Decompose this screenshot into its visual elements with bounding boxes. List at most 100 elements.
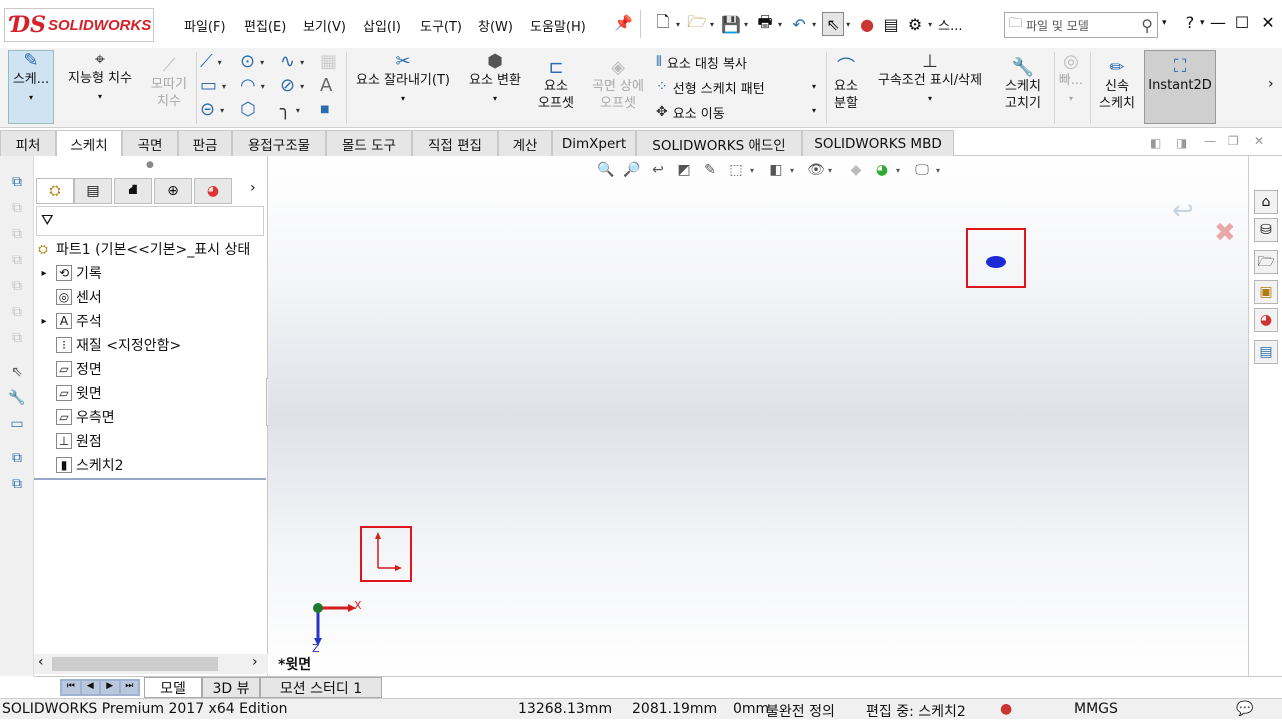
expand-arrow-icon[interactable]: ▸ [34,316,54,327]
tree-root-part[interactable]: ⛭ 파트1 (기본<<기본>_표시 상태 [34,238,262,260]
tab-solidworks-addins[interactable]: SOLIDWORKS 애드인 [636,130,802,156]
paste-vt-icon[interactable]: ⧉ [7,476,27,496]
tree-item[interactable]: ▱ 정면 [34,358,102,380]
vt-disabled-icon-6[interactable]: ⧉ [7,330,27,350]
appearances-scenes-icon[interactable]: ◕ [1254,308,1278,332]
graphics-area[interactable]: 🔍 🔎 ↩ ◩ ✎ ⬚ ▾ ◧ ▾ 👁 ▾ ◆ ◕ ▾ 🖵 ▾ ↩ ✖ X Z … [268,156,1248,676]
move-dropdown-icon[interactable]: ▾ [812,106,816,115]
tooltip-toggle-icon[interactable]: 💬 [1236,701,1253,717]
help-question-icon[interactable]: ? [1178,13,1202,35]
offset-on-surface-button[interactable]: ◈ 곡면 상에 오프셋 [586,58,650,112]
view-settings-icon[interactable]: 🖵 [912,162,932,182]
tree-item[interactable]: ⁝ 재질 <지정안함> [34,334,181,356]
scroll-left-icon[interactable]: ‹ [38,654,44,670]
solidworks-logo[interactable]: ƊS SOLIDWORKS [4,8,154,42]
undo-icon[interactable]: ↶ [788,12,810,36]
sketch-dropdown-icon[interactable]: ▾ [29,93,33,102]
new-file-icon[interactable]: 🗋 [652,12,674,36]
tree-item[interactable]: ⊥ 원점 [34,430,102,452]
doc-restore-icon[interactable]: ❐ [1228,134,1239,148]
vt-disabled-icon-5[interactable]: ⧉ [7,304,27,324]
trim-entities-button[interactable]: ✂ 요소 잘라내기(T) ▾ [350,52,456,107]
sketch-point-cluster[interactable] [986,256,1006,268]
vt-disabled-icon-1[interactable]: ⧉ [7,200,27,220]
tab-mold-tools[interactable]: 몰드 도구 [326,130,412,156]
slot-tool[interactable]: ⊝ ▾ [200,100,228,120]
copy-vt-icon[interactable]: ⧉ [7,450,27,470]
search-box[interactable]: 🗀 파일 및 모델 ⚲ [1004,12,1158,38]
tab-motion-study[interactable]: 모션 스터디 1 [260,677,382,698]
apply-scene-icon[interactable]: ◕ [872,162,892,182]
sketch-button[interactable]: ✎ 스케... ▾ [8,50,54,124]
scroll-right-icon[interactable]: › [252,654,258,670]
view-settings-dropdown-icon[interactable]: ▾ [936,166,940,175]
open-file-icon[interactable]: 🗁 [686,12,708,36]
trim-dropdown-icon[interactable]: ▾ [401,94,405,103]
design-library-icon[interactable]: ⛁ [1254,218,1278,242]
hide-show-dropdown-icon[interactable]: ▾ [828,166,832,175]
doc-close-icon[interactable]: ✕ [1254,134,1264,148]
spline-tool[interactable]: ∿ ▾ [280,52,308,72]
tab-surfaces[interactable]: 곡면 [122,130,178,156]
ribbon-expand-icon[interactable]: › [1268,76,1274,92]
sketch-vt-icon[interactable]: ⧉ [7,174,27,194]
convert-dropdown-icon[interactable]: ▾ [493,94,497,103]
tab-evaluate[interactable]: 계산 [498,130,552,156]
sketch-grid-tool[interactable]: ▦ [320,52,337,72]
edit-appearance-icon[interactable]: ◆ [846,162,866,182]
search-dropdown-icon[interactable]: ▾ [1162,18,1167,28]
file-explorer-icon[interactable]: 🗁 [1254,250,1278,274]
arc-tool[interactable]: ◠ ▾ [240,76,269,96]
file-properties-icon[interactable]: ▤ [880,12,902,36]
unit-system[interactable]: MMGS [1074,701,1118,717]
options-gear-icon[interactable]: ⚙ [904,12,926,36]
tree-filter-box[interactable]: ⛛ [36,206,264,236]
apply-scene-dropdown-icon[interactable]: ▾ [896,166,900,175]
menu-window[interactable]: 창(W) [478,16,513,35]
help-dropdown-icon[interactable]: ▾ [1200,18,1205,28]
tab-weldments[interactable]: 용접구조물 [232,130,326,156]
section-view-icon[interactable]: ◩ [674,162,694,182]
polygon-tool[interactable]: ⬡ [240,100,256,120]
custom-properties-icon[interactable]: ▤ [1254,340,1278,364]
vt-disabled-icon-3[interactable]: ⧉ [7,252,27,272]
display-delete-relations-button[interactable]: ⊥ 구속조건 표시/삭제 ▾ [868,52,992,107]
mirror-entities-button[interactable]: ⫴ 요소 대칭 복사 [656,52,747,72]
tree-item[interactable]: ▱ 우측면 [34,406,115,428]
pin-icon[interactable]: 📌 [614,14,633,32]
split-entities-button[interactable]: ⌒ 요소 분할 [828,58,864,112]
minimize-icon[interactable]: — [1206,13,1230,35]
last-tab-icon[interactable]: ⏭ [120,681,138,694]
vt-disabled-icon-2[interactable]: ⧉ [7,226,27,246]
cancel-sketch-icon[interactable]: ✖ [1214,218,1236,248]
ellipse-tool[interactable]: ⊘ ▾ [280,76,308,96]
rebuild-status-icon[interactable]: ● [1000,701,1012,717]
point-tool[interactable]: ■ [320,100,329,120]
exit-sketch-icon[interactable]: ↩ [1172,196,1194,226]
move-entities-button[interactable]: ✥ 요소 이동 [656,102,725,122]
solidworks-resources-home-icon[interactable]: ⌂ [1254,190,1278,214]
search-icon[interactable]: ⚲ [1141,16,1153,35]
display-manager-tab-icon[interactable]: ◕ [194,178,232,204]
close-icon[interactable]: ✕ [1256,13,1280,35]
repair-sketch-button[interactable]: 🔧 스케치 고치기 [996,58,1050,112]
tab-dimxpert[interactable]: DimXpert [552,130,636,156]
save-icon[interactable]: 💾 [720,12,742,36]
tab-model[interactable]: 모델 [144,677,202,698]
horizontal-scrollbar[interactable]: ‹ › [34,654,268,674]
menu-view[interactable]: 보기(V) [303,16,346,35]
dimxpert-manager-tab-icon[interactable]: ⊕ [154,178,192,204]
quick-snaps-dropdown-icon[interactable]: ▾ [1069,94,1073,103]
rebuild-traffic-light-icon[interactable]: ● [856,12,878,36]
linear-pattern-button[interactable]: ⁘ 선형 스케치 패턴 [656,77,765,97]
rollback-bar[interactable] [34,478,266,480]
display-style-dropdown-icon[interactable]: ▾ [790,166,794,175]
tree-item[interactable]: ▸ A 주석 [34,310,102,332]
print-icon[interactable]: 🖶 [754,12,776,36]
tab-sketch[interactable]: 스케치 [56,130,122,156]
doc-minimize-icon[interactable]: — [1204,134,1216,148]
convert-entities-button[interactable]: ⬢ 요소 변환 ▾ [462,52,528,107]
menu-tools[interactable]: 도구(T) [420,16,462,35]
dynamic-annotation-icon[interactable]: ✎ [700,162,720,182]
zoom-to-area-icon[interactable]: 🔎 [622,162,642,182]
